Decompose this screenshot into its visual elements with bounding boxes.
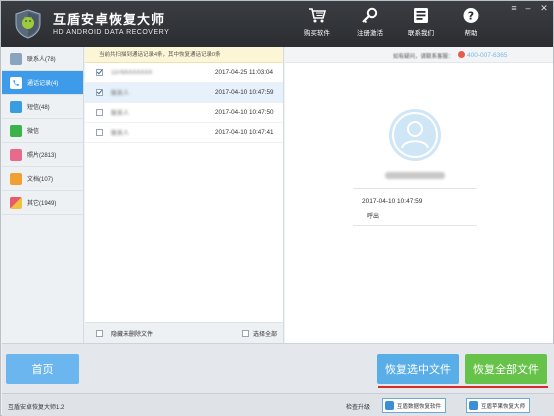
svg-text:?: ? [468,10,474,23]
sidebar-item-label: 短信(48) [27,105,50,111]
row-contact: 联系人 [111,131,130,137]
call-type: 呼出 [367,214,380,220]
help-label: 帮助 [464,30,478,37]
scan-summary: 当前共扫描到通话记录4条，其中恢复通话记录0条 [85,47,283,63]
recover-selected-button[interactable]: 恢复选中文件 [377,354,459,384]
key-icon [362,7,378,24]
category-sidebar: 联系人(78) 通话记录(4) 短信(48) 微信 照片(2813) 文档(10… [2,47,84,343]
sidebar-item-documents[interactable]: 文档(107) [2,167,83,191]
contact-card-icon [414,8,428,23]
row-time: 2017-04-10 10:47:59 [215,89,274,96]
highlight-underline [378,386,548,388]
sidebar-item-label: 通话记录(4) [27,81,59,87]
row-time: 2017-04-10 10:47:41 [215,129,274,136]
app-logo-icon [15,9,41,39]
menu-icon[interactable]: ≡ [508,3,520,13]
sidebar-item-sms[interactable]: 短信(48) [2,95,83,119]
row-contact: 1376XXXXXXX [111,69,153,76]
list-item[interactable]: 1376XXXXXXX 2017-04-25 11:03:04 [85,63,283,83]
select-all-label: 选择全部 [252,331,277,338]
list-footer: 隐藏未删除文件 选择全部 [85,322,283,343]
divider [353,188,477,189]
list-item[interactable]: 联系人 2017-04-10 10:47:50 [85,103,283,123]
contact-us-button[interactable]: 联系我们 [398,7,444,43]
call-time: 2017-04-10 10:47:59 [362,198,423,205]
row-time: 2017-04-25 11:03:04 [215,69,274,76]
promo-label: 互盾苹果恢复大师 [481,403,526,410]
app-title: 互盾安卓恢复大师 [53,12,166,27]
contacts-icon [10,52,22,65]
data-recovery-icon [385,401,394,410]
header-bar: 互盾安卓恢复大师 HD ANDROID DATA RECOVERY 购买软件 注… [1,1,553,47]
buy-software-button[interactable]: 购买软件 [294,7,340,43]
sidebar-item-label: 联系人(78) [27,57,56,63]
register-activate-button[interactable]: 注册激活 [347,7,393,43]
app-subtitle: HD ANDROID DATA RECOVERY [53,29,170,36]
call-detail-panel: 如有疑问，请联系客服： 400-007-6365 2017-04-10 10:4… [285,47,553,343]
contact-us-label: 联系我们 [408,30,434,37]
home-button[interactable]: 首页 [6,354,79,384]
sms-icon [10,100,22,113]
promo-data-recovery-button[interactable]: 互盾数据恢复软件 [382,398,447,413]
support-phone: 400-007-6365 [467,52,508,59]
sidebar-item-contacts[interactable]: 联系人(78) [2,47,83,71]
help-icon: ? [463,8,479,23]
hide-undeleted-checkbox[interactable] [96,329,103,337]
promo-iphone-recovery-button[interactable]: 互盾苹果恢复大师 [466,398,531,413]
app-window: 互盾安卓恢复大师 HD ANDROID DATA RECOVERY 购买软件 注… [0,0,554,416]
row-checkbox[interactable] [96,129,103,136]
buy-software-label: 购买软件 [304,30,330,37]
row-checkbox[interactable] [96,89,103,96]
select-all-checkbox[interactable] [241,329,249,337]
other-files-icon [10,196,22,209]
iphone-recovery-icon [469,401,478,410]
row-time: 2017-04-10 10:47:50 [215,109,274,116]
call-log-list: 当前共扫描到通话记录4条，其中恢复通话记录0条 1376XXXXXXX 2017… [85,47,284,343]
sidebar-item-call-log[interactable]: 通话记录(4) [2,71,83,95]
sidebar-item-label: 照片(2813) [27,153,57,159]
phone-icon [458,51,465,58]
support-text: 如有疑问，请联系客服： [393,54,454,60]
row-contact: 联系人 [111,111,130,117]
sidebar-item-other[interactable]: 其它(1949) [2,191,83,215]
promo-label: 互盾数据恢复软件 [397,403,442,410]
document-icon [10,172,22,185]
register-activate-label: 注册激活 [357,30,383,37]
hide-undeleted-label: 隐藏未删除文件 [111,331,154,338]
version-text: 互盾安卓恢复大师1.2 [8,405,65,411]
sidebar-item-photos[interactable]: 照片(2813) [2,143,83,167]
list-item[interactable]: 联系人 2017-04-10 10:47:59 [85,83,283,103]
status-bar: 互盾安卓恢复大师1.2 检查升级 互盾数据恢复软件 互盾苹果恢复大师 [2,393,554,416]
divider [353,225,477,226]
close-button[interactable]: ✕ [538,3,550,14]
sidebar-item-wechat[interactable]: 微信 [2,119,83,143]
check-update-link[interactable]: 检查升级 [346,402,370,411]
call-log-icon [10,76,22,89]
action-area: 首页 恢复选中文件 恢复全部文件 [2,343,554,393]
contact-number-redacted [385,172,445,179]
user-avatar-icon [392,112,438,158]
cart-icon [309,8,326,23]
row-checkbox[interactable] [96,109,103,116]
wechat-icon [10,124,22,137]
minimize-button[interactable]: – [522,3,534,13]
row-contact: 联系人 [111,91,130,97]
row-checkbox[interactable] [96,69,103,76]
photo-icon [10,148,22,161]
sidebar-item-label: 微信 [27,129,40,135]
help-button[interactable]: ? 帮助 [448,7,494,43]
sidebar-item-label: 其它(1949) [27,201,57,207]
support-bar: 如有疑问，请联系客服： 400-007-6365 [285,47,553,63]
recover-all-button[interactable]: 恢复全部文件 [465,354,547,384]
avatar [389,109,441,161]
sidebar-item-label: 文档(107) [27,177,54,183]
list-item[interactable]: 联系人 2017-04-10 10:47:41 [85,123,283,143]
